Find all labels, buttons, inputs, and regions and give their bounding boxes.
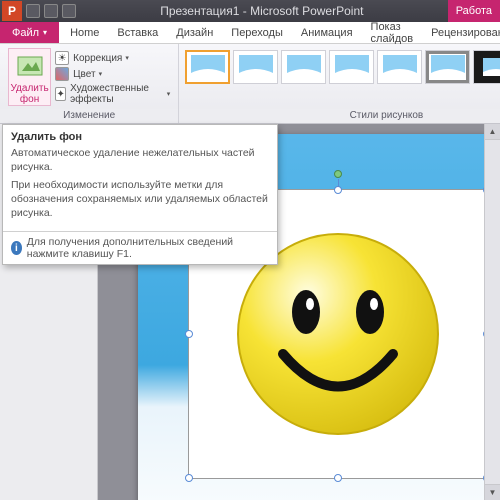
tab-slideshow[interactable]: Показ слайдов <box>362 22 423 43</box>
tab-file[interactable]: Файл <box>0 22 59 43</box>
group-styles-label: Стили рисунков <box>179 109 500 123</box>
contextual-tab-badge[interactable]: Работа <box>448 0 500 22</box>
tooltip-text: Автоматическое удаление нежелательных ча… <box>11 147 269 174</box>
remove-background-icon <box>16 53 44 81</box>
color-button[interactable]: Цвет <box>53 66 172 82</box>
artistic-effects-button[interactable]: ✦ Художественные эффекты <box>53 82 172 106</box>
window-title: Презентация1 - Microsoft PowerPoint <box>76 4 448 18</box>
tab-transitions[interactable]: Переходы <box>222 22 292 43</box>
scroll-down-icon[interactable]: ▼ <box>485 484 500 500</box>
ribbon-tabs: Файл Home Вставка Дизайн Переходы Анимац… <box>0 22 500 44</box>
sun-icon: ☀ <box>55 51 69 65</box>
style-thumb[interactable] <box>377 50 422 84</box>
resize-handle[interactable] <box>185 474 193 482</box>
rotate-handle[interactable] <box>334 170 342 178</box>
remove-bg-label-2: фон <box>20 94 39 105</box>
tab-home[interactable]: Home <box>61 22 108 43</box>
scroll-up-icon[interactable]: ▲ <box>485 124 500 140</box>
qat-redo-icon[interactable] <box>62 4 76 18</box>
tooltip-text: При необходимости используйте метки для … <box>11 179 269 220</box>
tooltip-title: Удалить фон <box>3 125 277 147</box>
tooltip-help-text: Для получения дополнительных сведений на… <box>27 236 269 260</box>
color-label: Цвет <box>73 69 95 80</box>
vertical-scrollbar[interactable]: ▲ ▼ <box>484 124 500 500</box>
corrections-button[interactable]: ☀ Коррекция <box>53 50 172 66</box>
corrections-label: Коррекция <box>73 53 122 64</box>
qat-undo-icon[interactable] <box>44 4 58 18</box>
remove-bg-label-1: Удалить <box>10 83 48 94</box>
group-adjust: Удалить фон ☀ Коррекция Цвет ✦ Художествен… <box>0 44 179 123</box>
artistic-label: Художественные эффекты <box>70 83 164 105</box>
tooltip-body: Автоматическое удаление нежелательных ча… <box>3 147 277 231</box>
style-thumb[interactable] <box>425 50 470 84</box>
group-picture-styles: ▲ ▼ ▾ Гран ◧Эфф ▦Мак Стили рисунков <box>179 44 500 123</box>
remove-background-button[interactable]: Удалить фон <box>8 48 51 106</box>
resize-handle[interactable] <box>334 474 342 482</box>
document-name: Презентация1 <box>160 4 239 18</box>
style-thumb[interactable] <box>233 50 278 84</box>
style-thumb[interactable] <box>281 50 326 84</box>
ribbon: Удалить фон ☀ Коррекция Цвет ✦ Художествен… <box>0 44 500 124</box>
tab-animations[interactable]: Анимация <box>292 22 362 43</box>
info-icon: i <box>11 241 22 255</box>
tab-review[interactable]: Рецензирование <box>422 22 500 43</box>
group-adjust-label: Изменение <box>0 109 178 123</box>
tooltip-footer: i Для получения дополнительных сведений … <box>3 231 277 264</box>
tab-design[interactable]: Дизайн <box>167 22 222 43</box>
qat-save-icon[interactable] <box>26 4 40 18</box>
tooltip-remove-background: Удалить фон Автоматическое удаление неже… <box>2 124 278 265</box>
title-bar: P Презентация1 - Microsoft PowerPoint Ра… <box>0 0 500 22</box>
palette-icon <box>55 67 69 81</box>
picture-styles-gallery[interactable] <box>185 46 500 84</box>
style-thumb[interactable] <box>329 50 374 84</box>
resize-handle[interactable] <box>185 330 193 338</box>
style-thumb[interactable] <box>473 50 500 84</box>
tab-insert[interactable]: Вставка <box>108 22 167 43</box>
style-thumb[interactable] <box>185 50 230 84</box>
app-name: Microsoft PowerPoint <box>250 4 363 18</box>
resize-handle[interactable] <box>334 186 342 194</box>
app-icon: P <box>2 1 22 21</box>
brush-icon: ✦ <box>55 87 66 101</box>
